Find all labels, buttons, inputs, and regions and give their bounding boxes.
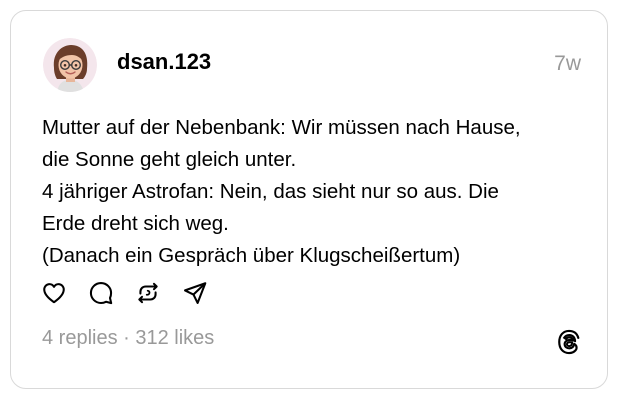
heart-icon	[43, 283, 65, 304]
post-body: Mutter auf der Nebenbank: Wir müssen nac…	[42, 112, 587, 272]
like-button[interactable]	[41, 280, 67, 306]
avatar[interactable]	[43, 38, 97, 92]
post-text-line: die Sonne geht gleich unter.	[42, 148, 297, 171]
post-text-line: 4 jähriger Astrofan: Nein, das sieht nur…	[42, 180, 499, 203]
threads-post-card: dsan.123 7w Mutter auf der Nebenbank: Wi…	[10, 10, 608, 389]
reply-button[interactable]	[88, 280, 114, 306]
send-icon	[184, 282, 207, 304]
repost-icon	[138, 282, 158, 304]
post-stats[interactable]: 4 replies · 312 likes	[42, 325, 214, 351]
post-text-line: Mutter auf der Nebenbank: Wir müssen nac…	[42, 116, 521, 139]
post-text-line: (Danach ein Gespräch über Klugscheißertu…	[42, 244, 461, 267]
memoji-avatar-icon	[43, 38, 97, 92]
post-actions	[41, 279, 229, 307]
repost-button[interactable]	[135, 280, 161, 306]
comment-icon	[89, 282, 113, 305]
threads-logo-icon	[556, 329, 582, 355]
share-button[interactable]	[182, 280, 208, 306]
username[interactable]: dsan.123	[117, 49, 211, 75]
post-timestamp: 7w	[554, 52, 581, 75]
post-text-line: Erde dreht sich weg.	[42, 212, 229, 235]
